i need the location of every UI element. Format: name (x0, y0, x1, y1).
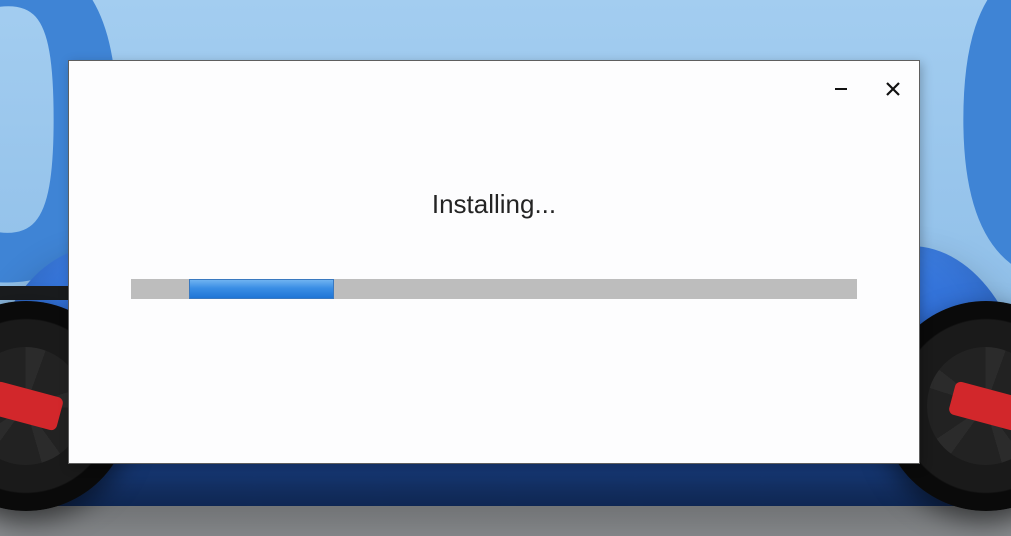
close-button[interactable] (867, 61, 919, 117)
minimize-icon (834, 82, 848, 96)
progress-bar (131, 279, 857, 299)
progress-chunk (189, 279, 334, 299)
status-text: Installing... (69, 189, 919, 220)
close-icon (886, 82, 900, 96)
titlebar (815, 61, 919, 117)
minimize-button[interactable] (815, 61, 867, 117)
installer-dialog: Installing... (68, 60, 920, 464)
